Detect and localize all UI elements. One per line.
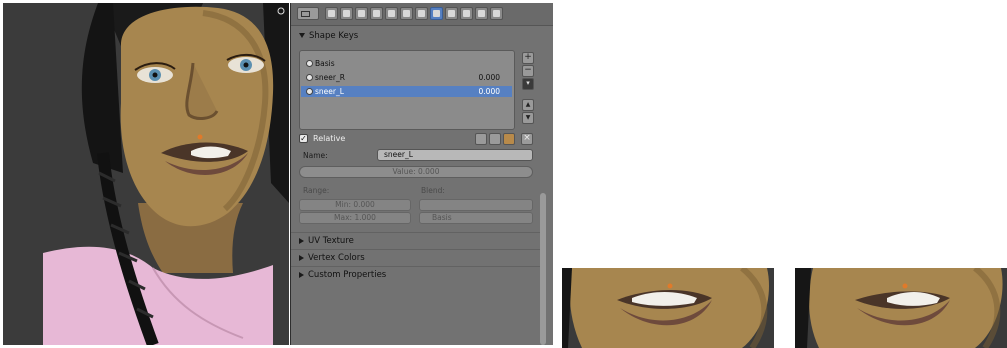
texture-tab-icon[interactable]: [460, 7, 473, 20]
mouth-closeup-sneer-r: [562, 268, 774, 348]
clear-weight-button[interactable]: ×: [521, 133, 533, 145]
character-render: [3, 3, 289, 345]
shape-key-value[interactable]: 0.000: [479, 72, 500, 83]
shape-key-icon: [306, 74, 313, 81]
particles-tab-icon[interactable]: [475, 7, 488, 20]
expand-arrow-icon: [299, 237, 304, 244]
shape-key-icon: [306, 60, 313, 67]
mouth-closeup-render: [562, 268, 774, 348]
move-up-button[interactable]: ▲: [522, 99, 534, 111]
shape-key-value[interactable]: 0.000: [479, 86, 500, 97]
shape-key-pin-icon[interactable]: [475, 133, 487, 145]
min-field[interactable]: Min: 0.000: [299, 199, 411, 211]
object-tab-icon[interactable]: [385, 7, 398, 20]
divider: [291, 266, 541, 267]
move-down-button[interactable]: ▼: [522, 112, 534, 124]
properties-header: [291, 3, 553, 26]
material-tab-icon[interactable]: [445, 7, 458, 20]
expand-arrow-icon: [299, 254, 304, 261]
relative-checkbox[interactable]: ✓: [299, 134, 308, 143]
mouth-closeup-sneer-l: [795, 268, 1007, 348]
apply-shape-icon[interactable]: [503, 133, 515, 145]
blend-label: Blend:: [421, 186, 445, 195]
relative-row: ✓ Relative ×: [297, 131, 537, 147]
scrollbar[interactable]: [540, 193, 546, 345]
relative-label: Relative: [313, 134, 346, 143]
remove-shape-key-button[interactable]: −: [522, 65, 534, 77]
add-shape-key-button[interactable]: +: [522, 52, 534, 64]
divider: [291, 232, 541, 233]
render-tab-icon[interactable]: [325, 7, 338, 20]
uv-texture-panel-header[interactable]: UV Texture: [299, 236, 354, 246]
divider: [291, 249, 541, 250]
shape-key-row[interactable]: Basis: [301, 58, 512, 69]
uv-texture-title: UV Texture: [308, 236, 354, 246]
shape-key-name: sneer_L: [315, 87, 344, 96]
vertex-colors-title: Vertex Colors: [308, 253, 365, 263]
shape-key-row-selected[interactable]: sneer_L 0.000: [301, 86, 512, 97]
name-field[interactable]: sneer_L: [377, 149, 533, 161]
shape-keys-panel-header[interactable]: Shape Keys: [299, 31, 358, 41]
vertex-group-field[interactable]: [419, 199, 533, 211]
scene-tab-icon[interactable]: [355, 7, 368, 20]
shape-key-name: sneer_R: [315, 73, 345, 82]
properties-editor: Shape Keys Basis sneer_R 0.000 sneer_L 0…: [290, 3, 553, 345]
custom-properties-panel-header[interactable]: Custom Properties: [299, 270, 386, 280]
modifiers-tab-icon[interactable]: [415, 7, 428, 20]
vertex-colors-panel-header[interactable]: Vertex Colors: [299, 253, 365, 263]
value-slider[interactable]: Value: 0.000: [299, 166, 533, 178]
physics-tab-icon[interactable]: [490, 7, 503, 20]
collapse-arrow-icon: [299, 33, 305, 38]
relative-key-field[interactable]: Basis: [419, 212, 533, 224]
mouth-closeup-render: [795, 268, 1007, 348]
editor-type-icon[interactable]: [297, 7, 319, 20]
3d-viewport[interactable]: [3, 3, 289, 345]
name-label: Name:: [303, 151, 328, 160]
constraints-tab-icon[interactable]: [400, 7, 413, 20]
shape-key-list[interactable]: Basis sneer_R 0.000 sneer_L 0.000: [299, 50, 515, 130]
shape-key-name: Basis: [315, 59, 335, 68]
expand-arrow-icon: [299, 271, 304, 278]
shape-key-icon: [306, 88, 313, 95]
world-tab-icon[interactable]: [370, 7, 383, 20]
shape-key-row[interactable]: sneer_R 0.000: [301, 72, 512, 83]
render-layers-tab-icon[interactable]: [340, 7, 353, 20]
shape-keys-title: Shape Keys: [309, 31, 359, 41]
edit-mode-icon[interactable]: [489, 133, 501, 145]
data-tab-icon[interactable]: [430, 7, 443, 20]
specials-menu-button[interactable]: ▾: [522, 78, 534, 90]
custom-properties-title: Custom Properties: [308, 270, 387, 280]
range-label: Range:: [303, 186, 330, 195]
max-field[interactable]: Max: 1.000: [299, 212, 411, 224]
